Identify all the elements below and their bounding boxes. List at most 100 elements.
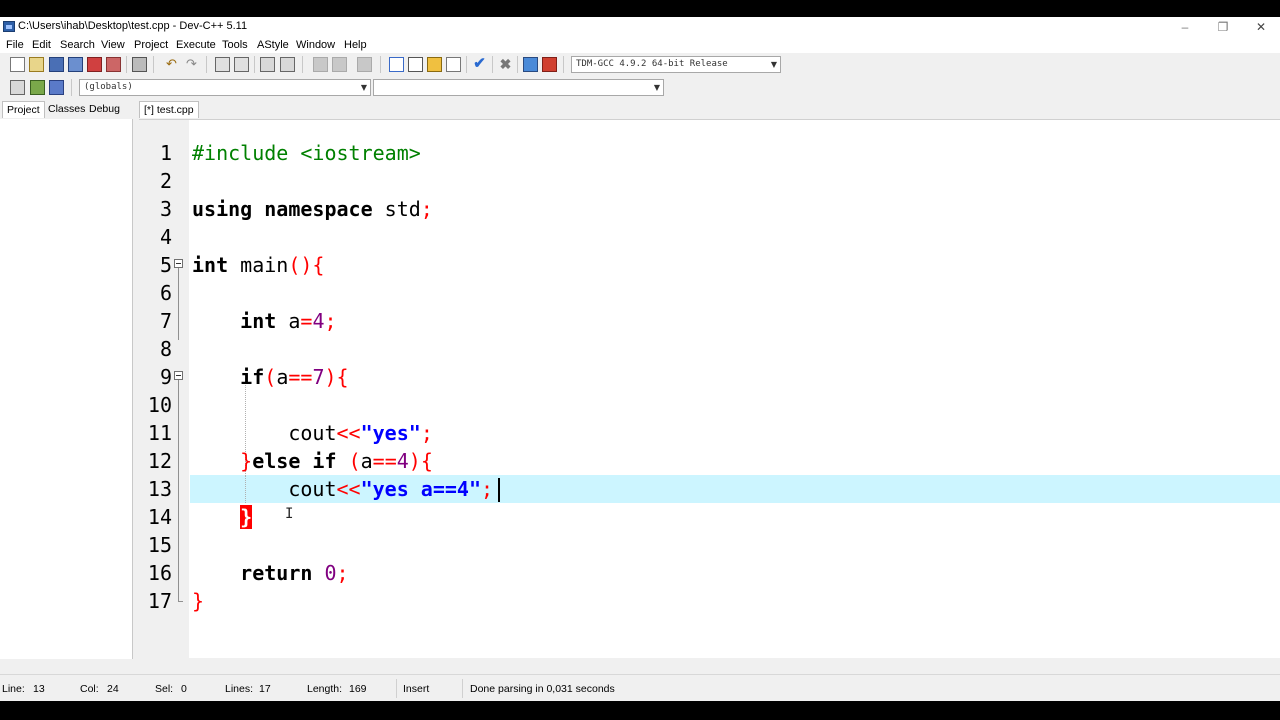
code-line: 1 #include <iostream> xyxy=(139,139,1280,167)
line-number: 3 xyxy=(159,197,172,221)
remove-from-project-icon[interactable] xyxy=(446,57,461,72)
find-icon[interactable] xyxy=(215,57,230,72)
code-line: 8 xyxy=(139,335,1280,363)
devcpp-app-icon xyxy=(3,21,15,32)
print-icon[interactable] xyxy=(132,57,147,72)
new-project-icon[interactable] xyxy=(389,57,404,72)
code-line: 14 } xyxy=(139,503,1280,531)
code-line-current: 13 cout<<"yes a==4"; xyxy=(139,475,1280,503)
insert-icon[interactable] xyxy=(10,80,25,95)
compiler-select[interactable]: TDM-GCC 4.9.2 64-bit Release ▼ xyxy=(571,56,781,73)
status-length-value: 169 xyxy=(349,683,367,695)
code-text: #include <iostream> xyxy=(192,141,421,165)
replace-icon[interactable] xyxy=(234,57,249,72)
status-sel-label: Sel: xyxy=(155,683,174,695)
code-text: using namespace std; xyxy=(192,197,433,221)
scope-select[interactable]: (globals) ▼ xyxy=(79,79,371,96)
debug-icon[interactable] xyxy=(542,57,557,72)
code-text: int a=4; xyxy=(240,309,337,333)
status-lines-label: Lines: xyxy=(225,683,254,695)
line-number: 9 xyxy=(159,365,172,389)
code-editor[interactable]: 1 #include <iostream> 2 3 using namespac… xyxy=(139,119,1280,658)
add-to-project-icon[interactable] xyxy=(427,57,442,72)
code-line: 11 cout<<"yes"; xyxy=(139,419,1280,447)
tab-classes[interactable]: Classes xyxy=(44,101,89,118)
status-length-label: Length: xyxy=(307,683,343,695)
tab-test-cpp[interactable]: [*] test.cpp xyxy=(139,101,199,118)
chevron-down-icon: ▼ xyxy=(360,83,367,92)
members-select[interactable]: ▼ xyxy=(373,79,664,96)
code-line: 16 return 0; xyxy=(139,559,1280,587)
check-syntax-icon[interactable]: ✔ xyxy=(472,56,487,72)
open-file-icon[interactable] xyxy=(29,57,44,72)
chevron-down-icon: ▼ xyxy=(770,60,777,69)
status-col-label: Col: xyxy=(80,683,99,695)
status-insert-mode: Insert xyxy=(403,683,430,695)
devcpp-window: C:\Users\ihab\Desktop\test.cpp - Dev-C++… xyxy=(0,17,1280,701)
menu-edit[interactable]: Edit xyxy=(32,39,51,51)
title-bar[interactable]: C:\Users\ihab\Desktop\test.cpp - Dev-C++… xyxy=(0,17,1280,37)
next-tab-icon[interactable] xyxy=(332,57,347,72)
code-line: 15 xyxy=(139,531,1280,559)
scope-select-value: (globals) xyxy=(84,82,133,92)
close-file-icon[interactable] xyxy=(87,57,102,72)
status-line-label: Line: xyxy=(2,683,25,695)
code-line: 6 xyxy=(139,279,1280,307)
code-line: 17 } xyxy=(139,587,1280,615)
save-icon[interactable] xyxy=(49,57,64,72)
menu-file[interactable]: File xyxy=(6,39,24,51)
code-text: return 0; xyxy=(240,561,349,585)
tab-project[interactable]: Project xyxy=(2,101,45,118)
indent-icon[interactable] xyxy=(280,57,295,72)
line-number: 7 xyxy=(159,309,172,333)
maximize-button[interactable]: ❐ xyxy=(1204,17,1242,37)
bookmark-icon[interactable] xyxy=(357,57,372,72)
menu-help[interactable]: Help xyxy=(344,39,367,51)
line-number: 5 xyxy=(159,253,172,277)
profile-icon[interactable] xyxy=(523,57,538,72)
status-bar: Line: 13 Col: 24 Sel: 0 Lines: 17 Length… xyxy=(0,674,1280,701)
prev-tab-icon[interactable] xyxy=(313,57,328,72)
minimize-button[interactable]: – xyxy=(1166,17,1204,37)
menu-execute[interactable]: Execute xyxy=(176,39,216,51)
text-caret xyxy=(498,478,500,502)
code-text: } xyxy=(240,505,253,529)
code-text: if(a==7){ xyxy=(240,365,349,389)
fold-toggle-icon[interactable] xyxy=(174,259,183,268)
line-number: 16 xyxy=(147,561,172,585)
status-sel-value: 0 xyxy=(181,683,187,695)
undo-icon[interactable]: ↶ xyxy=(164,57,179,72)
new-file-icon[interactable] xyxy=(10,57,25,72)
project-options-icon[interactable] xyxy=(408,57,423,72)
menu-astyle[interactable]: AStyle xyxy=(257,39,289,51)
close-all-icon[interactable] xyxy=(106,57,121,72)
code-line: 3 using namespace std; xyxy=(139,195,1280,223)
goto-bookmark-icon[interactable] xyxy=(49,80,64,95)
toggle-bookmark-icon[interactable] xyxy=(30,80,45,95)
line-number: 6 xyxy=(159,281,172,305)
line-number: 15 xyxy=(147,533,172,557)
goto-line-icon[interactable] xyxy=(260,57,275,72)
menu-window[interactable]: Window xyxy=(296,39,335,51)
save-all-icon[interactable] xyxy=(68,57,83,72)
window-title: C:\Users\ihab\Desktop\test.cpp - Dev-C++… xyxy=(18,20,248,32)
code-text: } xyxy=(192,589,205,613)
close-button[interactable]: ✕ xyxy=(1242,17,1280,37)
status-col-value: 24 xyxy=(107,683,119,695)
status-lines-value: 17 xyxy=(259,683,271,695)
code-text: cout<<"yes"; xyxy=(192,421,433,445)
fold-toggle-icon[interactable] xyxy=(174,371,183,380)
tab-debug[interactable]: Debug xyxy=(85,101,124,118)
stop-execution-icon[interactable]: ✖ xyxy=(498,57,513,72)
menu-view[interactable]: View xyxy=(101,39,125,51)
line-number: 4 xyxy=(159,225,172,249)
project-browser-panel[interactable] xyxy=(0,119,133,659)
line-number: 12 xyxy=(147,449,172,473)
line-number: 8 xyxy=(159,337,172,361)
class-browser-toolbar: (globals) ▼ ▼ xyxy=(0,77,1280,99)
status-message: Done parsing in 0,031 seconds xyxy=(470,683,615,695)
menu-project[interactable]: Project xyxy=(134,39,168,51)
redo-icon[interactable]: ↷ xyxy=(184,57,199,72)
menu-search[interactable]: Search xyxy=(60,39,95,51)
menu-tools[interactable]: Tools xyxy=(222,39,248,51)
